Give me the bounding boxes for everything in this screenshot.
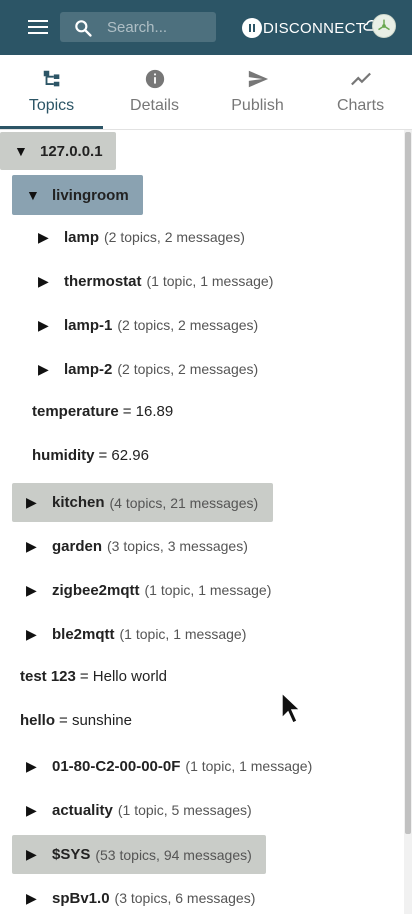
tab-publish[interactable]: Publish <box>206 55 309 130</box>
expand-arrow-icon: ▶ <box>26 537 37 554</box>
active-tab-indicator <box>0 126 103 129</box>
topic-tree: ▼ 127.0.0.1 ▼ livingroom ▶ lamp (2 topic… <box>0 130 404 914</box>
node-name: humidity <box>32 446 95 464</box>
collapse-arrow-icon: ▼ <box>14 143 28 159</box>
expand-arrow-icon: ▶ <box>38 272 49 289</box>
node-meta: (2 topics, 2 messages) <box>104 229 245 245</box>
expand-arrow-icon: ▶ <box>26 581 37 598</box>
tree-node-kitchen[interactable]: ▶ kitchen (4 topics, 21 messages) <box>12 483 273 522</box>
node-name: temperature <box>32 402 119 420</box>
node-value: = 62.96 <box>98 446 149 464</box>
topic-value-test-123[interactable]: test 123 = Hello world <box>20 657 167 695</box>
node-name: test 123 <box>20 667 76 685</box>
tree-node-root[interactable]: ▼ 127.0.0.1 <box>0 132 116 170</box>
node-name: actuality <box>52 801 113 819</box>
tree-node-livingroom[interactable]: ▼ livingroom <box>12 175 143 215</box>
node-name: livingroom <box>52 186 129 204</box>
expand-arrow-icon: ▶ <box>26 757 37 774</box>
node-meta: (1 topic, 1 message) <box>185 758 313 774</box>
node-name: $SYS <box>52 846 91 863</box>
avatar-logo-icon <box>378 19 390 31</box>
tree-icon <box>43 70 60 87</box>
avatar[interactable] <box>372 14 396 38</box>
expand-arrow-icon: ▶ <box>26 801 37 818</box>
tree-node-zigbee2mqtt[interactable]: ▶ zigbee2mqtt (1 topic, 1 message) <box>26 571 271 609</box>
node-meta: (4 topics, 21 messages) <box>109 494 259 511</box>
pause-icon <box>242 18 262 38</box>
node-name: hello <box>20 711 56 729</box>
search-box[interactable] <box>60 12 216 42</box>
tree-node-lamp-1[interactable]: ▶ lamp-1 (2 topics, 2 messages) <box>38 306 258 344</box>
node-meta: (2 topics, 2 messages) <box>117 317 259 333</box>
collapse-arrow-icon: ▼ <box>26 187 40 203</box>
tree-node-lamp-2[interactable]: ▶ lamp-2 (2 topics, 2 messages) <box>38 350 258 388</box>
tree-node-actuality[interactable]: ▶ actuality (1 topic, 5 messages) <box>26 791 252 829</box>
scrollbar-thumb[interactable] <box>405 132 411 834</box>
tab-bar: Topics Details Publish Charts <box>0 55 412 130</box>
node-name: thermostat <box>64 272 142 290</box>
node-value: = 16.89 <box>122 402 174 420</box>
expand-arrow-icon: ▶ <box>38 316 49 333</box>
tree-node-ble2mqtt[interactable]: ▶ ble2mqtt (1 topic, 1 message) <box>26 615 246 653</box>
search-input[interactable] <box>107 17 211 37</box>
tab-details[interactable]: Details <box>103 55 206 130</box>
send-icon <box>248 70 269 88</box>
node-meta: (2 topics, 2 messages) <box>117 361 259 377</box>
expand-arrow-icon: ▶ <box>26 625 37 642</box>
tree-node-sys[interactable]: ▶ $SYS (53 topics, 94 messages) <box>12 835 266 874</box>
info-icon <box>145 69 165 89</box>
topic-value-temperature[interactable]: temperature = 16.89 <box>32 392 173 430</box>
node-name: zigbee2mqtt <box>52 581 140 599</box>
tab-label: Publish <box>231 97 284 114</box>
node-meta: (1 topic, 1 message) <box>146 273 274 289</box>
expand-arrow-icon: ▶ <box>26 889 37 906</box>
node-name: spBv1.0 <box>52 889 110 907</box>
expand-arrow-icon: ▶ <box>26 494 37 510</box>
tree-node-lamp[interactable]: ▶ lamp (2 topics, 2 messages) <box>38 218 245 256</box>
tree-scrollbar[interactable] <box>404 130 412 914</box>
node-meta: (1 topic, 1 message) <box>119 626 247 642</box>
search-icon <box>75 20 92 37</box>
tree-node-garden[interactable]: ▶ garden (3 topics, 3 messages) <box>26 527 248 565</box>
line-chart-icon <box>351 72 371 86</box>
node-name: kitchen <box>52 494 105 511</box>
node-name: 127.0.0.1 <box>40 142 103 160</box>
node-meta: (53 topics, 94 messages) <box>95 846 252 863</box>
node-meta: (1 topic, 5 messages) <box>117 802 252 818</box>
node-value: = Hello world <box>79 667 167 685</box>
node-name: 01-80-C2-00-00-0F <box>52 757 181 775</box>
app-bar: DISCONNECT <box>0 0 412 55</box>
node-value: = sunshine <box>59 711 132 729</box>
tab-charts[interactable]: Charts <box>309 55 412 130</box>
tab-topics[interactable]: Topics <box>0 55 103 130</box>
topic-value-humidity[interactable]: humidity = 62.96 <box>32 436 149 474</box>
node-meta: (3 topics, 3 messages) <box>107 538 248 554</box>
expand-arrow-icon: ▶ <box>38 228 49 245</box>
tab-label: Topics <box>28 97 75 114</box>
node-meta: (1 topic, 1 message) <box>144 582 272 598</box>
node-name: garden <box>52 537 103 555</box>
tab-label: Details <box>130 97 179 114</box>
node-name: ble2mqtt <box>52 625 115 643</box>
hamburger-menu-icon[interactable] <box>22 14 54 40</box>
node-meta: (3 topics, 6 messages) <box>114 890 256 906</box>
node-name: lamp <box>64 228 100 246</box>
expand-arrow-icon: ▶ <box>26 846 37 862</box>
disconnect-label: DISCONNECT <box>263 19 366 37</box>
tab-label: Charts <box>336 97 385 114</box>
tree-node-spbv1-0[interactable]: ▶ spBv1.0 (3 topics, 6 messages) <box>26 879 255 914</box>
node-name: lamp-1 <box>64 316 113 334</box>
expand-arrow-icon: ▶ <box>38 360 49 377</box>
disconnect-button[interactable]: DISCONNECT <box>242 16 365 40</box>
tree-node-thermostat[interactable]: ▶ thermostat (1 topic, 1 message) <box>38 262 273 300</box>
topic-value-hello[interactable]: hello = sunshine <box>20 701 132 739</box>
node-name: lamp-2 <box>64 360 113 378</box>
tree-node-01-80-c2-00-00-0f[interactable]: ▶ 01-80-C2-00-00-0F (1 topic, 1 message) <box>26 747 312 785</box>
